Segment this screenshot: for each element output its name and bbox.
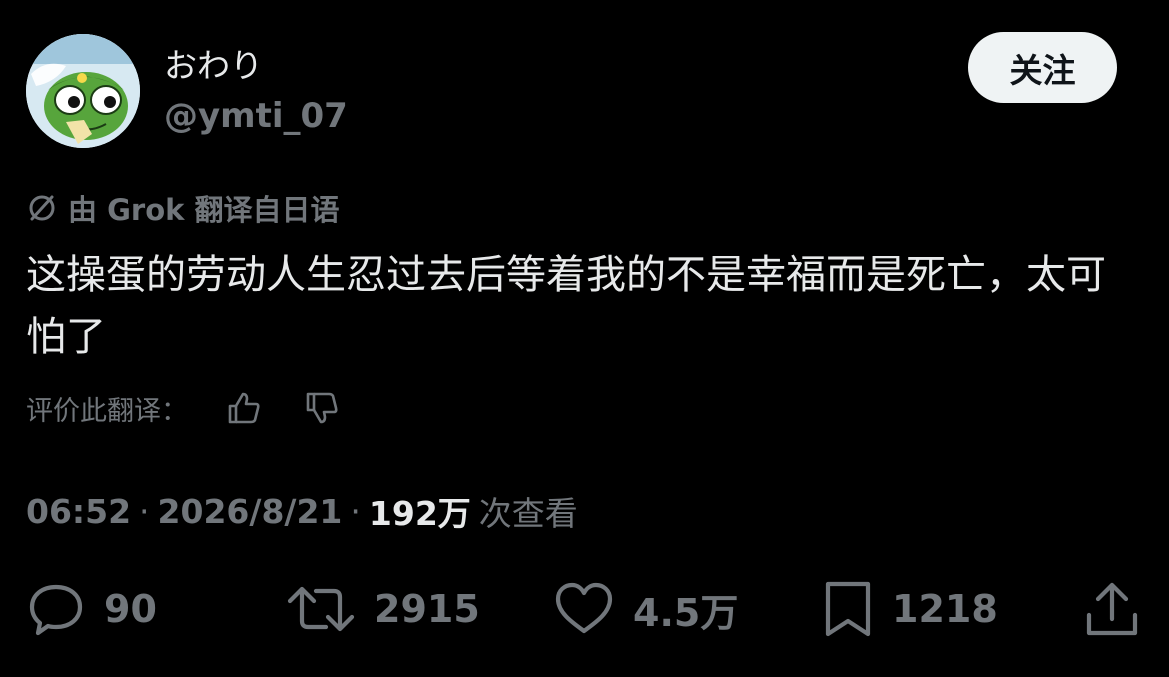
display-name[interactable]: おわり [164, 46, 263, 86]
views-count[interactable]: 192万 [369, 487, 471, 535]
translation-note: 由 Grok 翻译自日语 [26, 188, 340, 228]
translation-note-text: 由 Grok 翻译自日语 [68, 193, 340, 227]
meta-separator: · [350, 491, 361, 531]
bookmark-count: 1218 [892, 587, 998, 631]
reply-count: 90 [104, 587, 157, 631]
thumbs-up-button[interactable] [222, 386, 266, 430]
bookmark-icon [825, 581, 871, 637]
user-handle[interactable]: @ymti_07 [164, 94, 348, 138]
thumbs-down-icon [306, 392, 338, 424]
tweet-time[interactable]: 06:52 [26, 492, 131, 531]
avatar[interactable] [26, 34, 140, 148]
keroro-avatar-icon [26, 34, 140, 148]
thumbs-up-icon [228, 392, 260, 424]
repost-icon [287, 586, 355, 632]
bookmark-button[interactable]: 1218 [822, 578, 998, 640]
reply-icon [29, 584, 83, 636]
share-icon [1086, 582, 1138, 636]
rate-translation: 评价此翻译： [26, 386, 344, 430]
like-count: 4.5万 [633, 590, 739, 635]
tweet-meta: 06:52 · 2026/8/21 · 192万 次查看 [26, 488, 578, 534]
heart-icon [555, 582, 613, 634]
rate-translation-label: 评价此翻译： [26, 395, 188, 427]
repost-count: 2915 [374, 587, 480, 631]
like-button[interactable]: 4.5万 [553, 578, 738, 640]
views-label: 次查看 [478, 494, 578, 533]
thumbs-down-button[interactable] [300, 386, 344, 430]
tweet-text: 这操蛋的劳动人生忍过去后等着我的不是幸福而是死亡，太可怕了 [26, 252, 1106, 360]
tweet-date[interactable]: 2026/8/21 [158, 492, 343, 531]
share-button[interactable] [1084, 578, 1140, 640]
reply-button[interactable]: 90 [26, 578, 157, 640]
meta-separator: · [139, 491, 150, 531]
follow-button[interactable]: 关注 [968, 32, 1117, 103]
translate-icon [26, 192, 58, 224]
repost-button[interactable]: 2915 [286, 578, 480, 640]
